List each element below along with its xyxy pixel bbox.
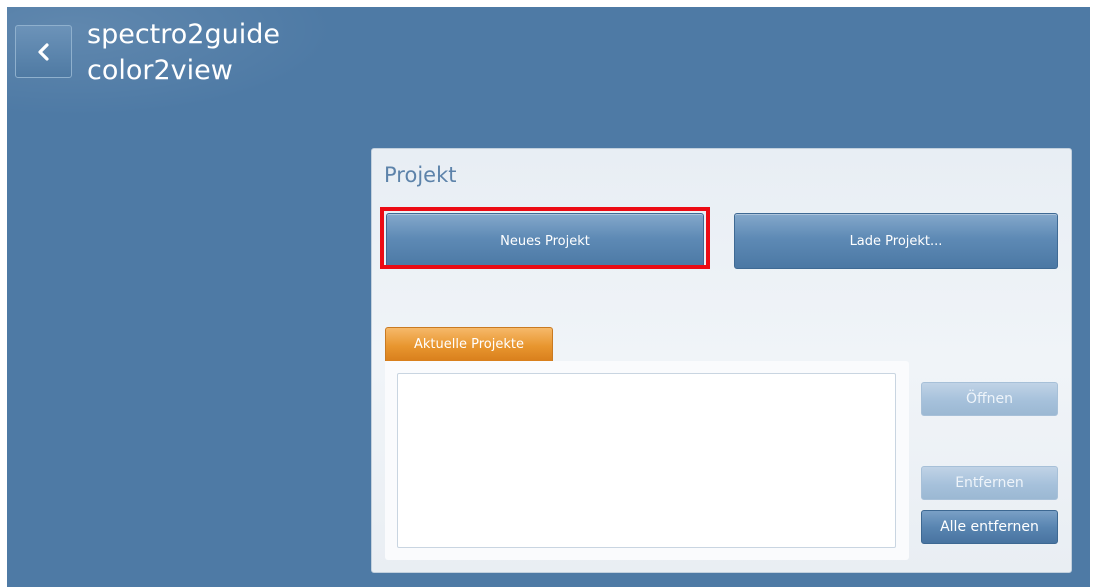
app-title-line1: spectro2guide [87,19,280,50]
remove-all-button[interactable]: Alle entfernen [921,510,1058,544]
back-button[interactable] [15,25,72,78]
open-button[interactable]: Öffnen [921,382,1058,416]
panel-title: Projekt [384,163,457,187]
app-title-line2: color2view [87,55,233,86]
project-panel: Projekt Neues Projekt Lade Projekt... Ak… [371,148,1072,573]
load-project-button[interactable]: Lade Projekt... [734,213,1058,269]
recent-projects-list[interactable] [397,373,896,548]
app-window: spectro2guide color2view Projekt Neues P… [7,7,1090,587]
recent-projects-tab-panel [385,361,909,560]
app-title: spectro2guide color2view [87,17,280,89]
remove-button[interactable]: Entfernen [921,466,1058,500]
tab-recent-projects[interactable]: Aktuelle Projekte [385,327,553,361]
new-project-button[interactable]: Neues Projekt [386,213,704,269]
chevron-left-icon [37,42,49,61]
